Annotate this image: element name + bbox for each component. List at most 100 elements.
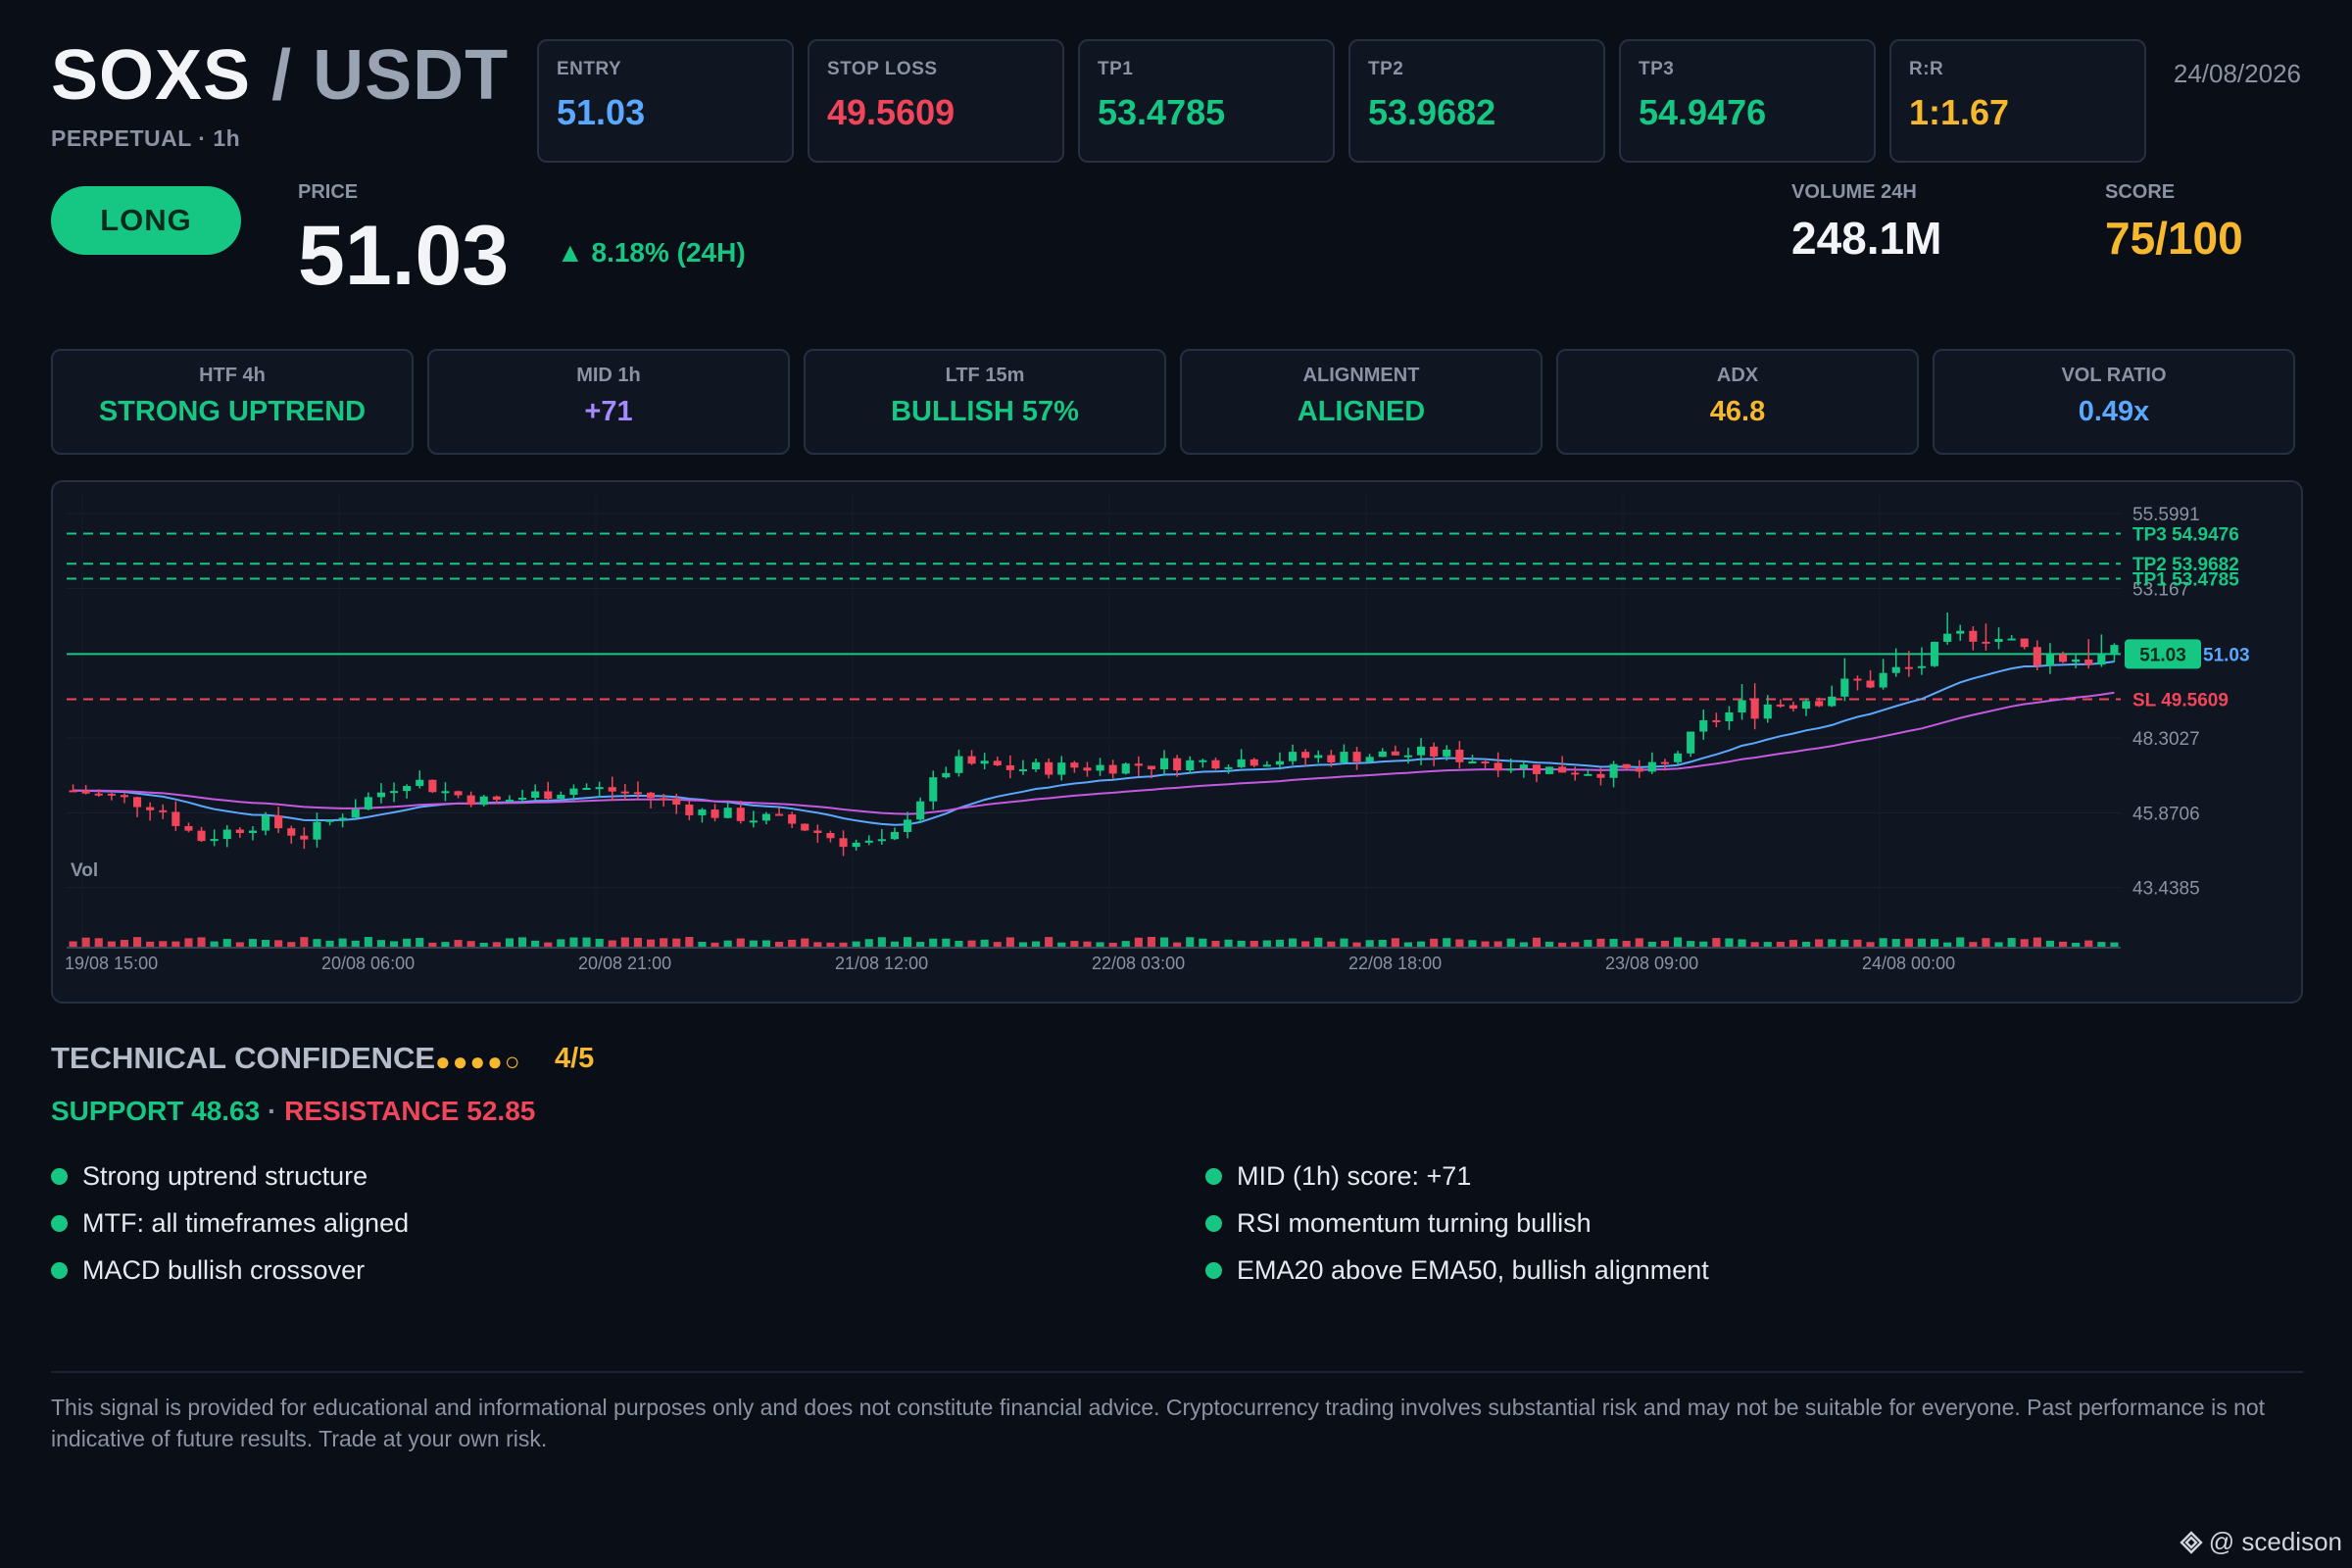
volume-bar (364, 937, 372, 947)
candle (146, 802, 155, 821)
volume-bar (1250, 941, 1258, 947)
candle (389, 782, 399, 803)
candle-body (235, 829, 244, 834)
candle-body (441, 791, 450, 794)
candle-body (505, 800, 514, 803)
candle-body (774, 813, 784, 816)
candle (1416, 738, 1426, 765)
candle-body (210, 839, 219, 842)
volume-bar (1596, 938, 1605, 947)
candle-body (1186, 760, 1195, 771)
candle-body (1455, 749, 1464, 762)
x-tick-label: 20/08 21:00 (578, 954, 671, 973)
candle-body (1314, 755, 1323, 759)
candle (1647, 752, 1656, 774)
candle (890, 827, 900, 841)
volume-bar (274, 940, 283, 947)
candle (1211, 758, 1220, 770)
candle-body (1134, 763, 1143, 766)
candle (955, 749, 963, 777)
volume-bar (1994, 942, 2003, 947)
candle-body (1532, 764, 1542, 774)
volume-bar (710, 942, 719, 947)
candle-body (1468, 760, 1477, 763)
candle (222, 825, 231, 848)
candle (1262, 760, 1271, 767)
volume-bar (1725, 938, 1734, 947)
candle-body (1250, 759, 1258, 766)
candle (1018, 760, 1028, 775)
candle (159, 804, 168, 819)
volume-bar (890, 941, 900, 947)
candle (274, 807, 283, 834)
volume-bar (1481, 941, 1490, 947)
volume-bar (1455, 939, 1464, 947)
volume-bar (1224, 939, 1233, 947)
candle (852, 839, 860, 851)
score-label: SCORE (2105, 181, 2176, 203)
candle (1455, 741, 1464, 769)
volume-bar (1173, 942, 1182, 947)
candle (1738, 684, 1746, 720)
watermark-text: @ scedison (2208, 1527, 2342, 1556)
candle (1725, 706, 1734, 730)
candle-body (1828, 696, 1837, 707)
volume-bar (1147, 937, 1156, 947)
candle-body (454, 791, 463, 796)
volume-bar (1506, 938, 1515, 947)
volume-bar (1763, 942, 1772, 947)
candle-body (620, 791, 629, 794)
candle-body (813, 830, 822, 833)
price-chart-panel[interactable]: 55.5991 53.167 48.3027 45.8706 43.4385 TP3 54… (51, 480, 2303, 1004)
footer-divider (51, 1371, 2303, 1373)
candle (505, 795, 514, 803)
stat-box-tp3: TP3 54.9476 (1619, 39, 1876, 163)
volume-bar (1365, 940, 1374, 947)
candle-body (389, 791, 399, 794)
candle (197, 826, 206, 843)
volume-bar (2084, 940, 2093, 947)
candle-body (852, 842, 860, 848)
candle (1134, 756, 1143, 777)
candle-body (1853, 678, 1862, 681)
candle-body (1801, 701, 1811, 710)
reasons-right-list: MID (1h) score: +71 RSI momentum turning… (1205, 1152, 1709, 1294)
ema-layer (73, 661, 2115, 826)
candle (479, 795, 488, 807)
candle-body (416, 779, 424, 786)
stat-box-tp2: TP2 53.9682 (1348, 39, 1605, 163)
candle-body (517, 798, 527, 801)
indicator-value: 0.49x (2078, 396, 2150, 427)
volume-bar (1070, 941, 1079, 947)
y-tick-label: 43.4385 (2132, 879, 2200, 900)
x-tick-label: 23/08 09:00 (1605, 954, 1698, 973)
candle-body (877, 839, 886, 842)
y-tick-label: 55.5991 (2132, 505, 2200, 525)
candle (929, 770, 938, 810)
contract-subtitle: PERPETUAL · 1h (51, 125, 241, 151)
candle-body (492, 796, 501, 801)
level-label: TP1 53.4785 (2132, 570, 2239, 591)
candle-body (132, 797, 142, 808)
candle-body (325, 819, 334, 822)
stat-value: 51.03 (557, 92, 646, 132)
candle (1891, 648, 1900, 677)
candle (531, 784, 540, 801)
candle-body (1018, 769, 1028, 772)
reason-item: RSI momentum turning bullish (1205, 1200, 1709, 1247)
candle (1609, 760, 1618, 788)
volume-bar (1468, 940, 1477, 947)
candle-body (222, 829, 231, 840)
volume-label: VOLUME 24H (1791, 181, 1917, 203)
candle-body (2084, 659, 2093, 665)
volume-bar (864, 939, 873, 947)
candle (1237, 749, 1246, 768)
candle-body (1635, 767, 1643, 772)
candle-body (1443, 749, 1451, 757)
candle-body (69, 790, 77, 793)
volume-bar (1956, 937, 1965, 947)
candle-body (1776, 704, 1785, 707)
candle (1378, 748, 1387, 758)
volume-bar (351, 940, 360, 947)
volume-bar (531, 940, 540, 947)
